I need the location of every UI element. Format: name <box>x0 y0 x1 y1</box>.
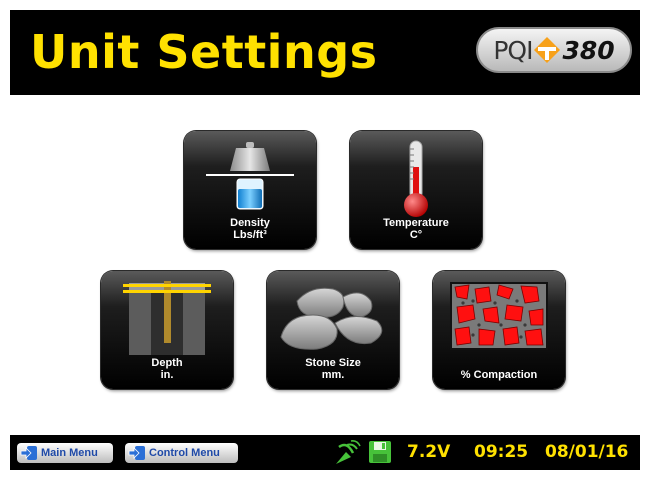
main-menu-label: Main Menu <box>41 447 98 459</box>
satellite-gps-icon <box>336 440 361 464</box>
control-menu-label: Control Menu <box>149 447 220 459</box>
stone-size-label: Stone Size <box>305 357 361 369</box>
density-label: Density <box>230 217 270 229</box>
save-disk-icon <box>369 441 391 463</box>
page-title: Unit Settings <box>30 25 378 79</box>
logo-model: 380 <box>562 35 615 65</box>
temperature-units-button[interactable]: Temperature C° <box>350 131 482 249</box>
current-date: 08/01/16 <box>545 442 629 462</box>
status-bar: Main Menu Control Menu 7.2V 09:25 08/01/… <box>10 435 640 470</box>
control-menu-button[interactable]: Control Menu <box>125 443 238 463</box>
density-unit: Lbs/ft³ <box>233 229 267 241</box>
app-frame: Unit Settings PQI 380 Density Lbs/ft³ Te… <box>10 10 640 470</box>
temperature-unit: C° <box>409 229 423 241</box>
compaction-units-button[interactable]: % Compaction <box>433 271 565 389</box>
stone-size-unit: mm. <box>321 369 345 381</box>
logo-diamond-icon <box>534 37 561 63</box>
compaction-label: % Compaction <box>460 369 538 381</box>
pqi-380-logo: PQI 380 <box>476 27 632 73</box>
battery-voltage: 7.2V <box>407 442 451 462</box>
depth-label: Depth <box>151 357 183 369</box>
header-bar: Unit Settings PQI 380 <box>10 10 640 95</box>
clock-time: 09:25 <box>474 442 529 462</box>
depth-units-button[interactable]: Depth in. <box>101 271 233 389</box>
depth-unit: in. <box>160 369 174 381</box>
settings-panel: Density Lbs/ft³ Temperature C° Depth in.… <box>10 95 640 435</box>
temperature-label: Temperature <box>383 217 449 229</box>
logo-text: PQI <box>493 35 533 65</box>
stone-size-units-button[interactable]: Stone Size mm. <box>267 271 399 389</box>
main-menu-button[interactable]: Main Menu <box>17 443 113 463</box>
enter-arrow-icon <box>20 446 37 460</box>
density-units-button[interactable]: Density Lbs/ft³ <box>184 131 316 249</box>
enter-arrow-icon <box>128 446 145 460</box>
